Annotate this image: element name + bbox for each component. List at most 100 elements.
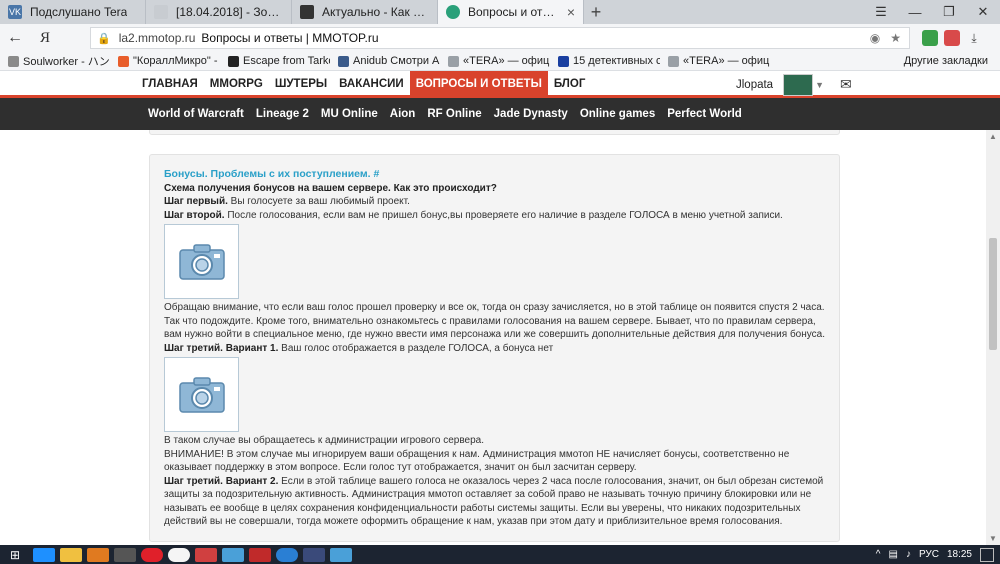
close-window-icon[interactable]: ✕ (966, 0, 1000, 24)
document-favicon-icon (154, 5, 168, 19)
tab-podslushano[interactable]: VK Подслушано Tera (0, 0, 146, 24)
url-page-title: Вопросы и ответы | MMOTOP.ru (201, 31, 379, 45)
vk-favicon-icon: VK (8, 5, 22, 19)
bookmarks-bar: Soulworker - ハンゲ "КораллМикро" - Escape … (0, 52, 1000, 71)
app-icon[interactable] (221, 547, 244, 562)
menu-item-faq[interactable]: ВОПРОСЫ И ОТВЕТЫ (409, 71, 548, 98)
extension-icon[interactable] (944, 30, 960, 46)
bookmark-icon (668, 55, 679, 67)
system-tray: ^ ▤ ♪ РУС 18:25 (876, 547, 1000, 562)
game-link[interactable]: Jade Dynasty (488, 108, 574, 120)
faq-question: Схема получения бонусов на вашем сервере… (164, 182, 497, 194)
image-placeholder[interactable] (164, 224, 239, 299)
app-icon[interactable] (302, 547, 325, 562)
scroll-down-icon[interactable]: ▼ (986, 534, 1000, 543)
address-bar[interactable]: 🔒 la2.mmotop.ru Вопросы и ответы | MMOTO… (90, 27, 910, 49)
bookmark-item[interactable]: «TERA» — официа (440, 55, 550, 67)
bookmark-item[interactable]: "КораллМикро" - (110, 55, 220, 67)
user-area: Jlopata ▼ ✉ (736, 71, 852, 98)
page-scrollbar[interactable]: ▲ ▼ (986, 130, 1000, 545)
language-indicator[interactable]: РУС (919, 549, 939, 560)
previous-faq-panel (149, 130, 840, 135)
tab-title: [18.04.2018] - Зов Драконов (176, 5, 283, 19)
opera-icon[interactable] (140, 547, 163, 562)
menu-icon[interactable]: ☰ (864, 0, 898, 24)
bookmark-item[interactable]: Soulworker - ハンゲ (0, 53, 110, 69)
tray-chevron-icon[interactable]: ^ (876, 549, 881, 560)
tab-title: Актуально - Как голосовать (322, 5, 429, 19)
mmotop-favicon-icon (446, 5, 460, 19)
bookmark-item[interactable]: «TERA» — официа (660, 55, 770, 67)
game-app-icon[interactable] (86, 547, 109, 562)
menu-item-blog[interactable]: БЛОГ (548, 71, 592, 98)
lock-icon: 🔒 (97, 32, 111, 45)
scroll-up-icon[interactable]: ▲ (986, 132, 1000, 141)
yandex-browser-icon[interactable] (167, 547, 190, 562)
game-link[interactable]: Perfect World (661, 108, 748, 120)
download-icon[interactable]: ⤓ (966, 30, 982, 46)
game-link[interactable]: World of Warcraft (142, 108, 250, 120)
page-content: Бонусы. Проблемы с их поступлением. # Сх… (0, 130, 986, 545)
menu-item-mmorpg[interactable]: MMORPG (204, 71, 269, 98)
tab-zov-drakonov[interactable]: [18.04.2018] - Зов Драконов (146, 0, 292, 24)
menu-item-shooters[interactable]: ШУТЕРЫ (269, 71, 333, 98)
app-icon[interactable] (113, 547, 136, 562)
username[interactable]: Jlopata (736, 79, 773, 91)
bookmark-icon (118, 55, 129, 67)
minimize-icon[interactable]: — (898, 0, 932, 24)
app-icon[interactable] (275, 547, 298, 562)
game-link[interactable]: Online games (574, 108, 661, 120)
close-tab-icon[interactable]: × (567, 4, 575, 20)
windows-start-icon[interactable]: ⊞ (0, 548, 30, 562)
site-header: ГЛАВНАЯ MMORPG ШУТЕРЫ ВАКАНСИИ ВОПРОСЫ И… (0, 71, 1000, 98)
game-link[interactable]: Aion (384, 108, 422, 120)
bookmark-icon (228, 55, 239, 67)
step-two: Шаг второй. После голосования, если вам … (164, 209, 783, 221)
step-three-variant-one: Шаг третий. Вариант 1. Ваш голос отображ… (164, 342, 554, 354)
window-controls: ☰ — ❐ ✕ (864, 0, 1000, 24)
new-tab-button[interactable]: + (584, 0, 608, 24)
clock[interactable]: 18:25 (947, 549, 972, 560)
other-bookmarks[interactable]: Другие закладки (896, 55, 1000, 67)
camera-icon (178, 243, 225, 280)
game-link[interactable]: Lineage 2 (250, 108, 315, 120)
bookmark-icon (8, 55, 19, 67)
restore-icon[interactable]: ❐ (932, 0, 966, 24)
back-arrow-icon[interactable]: ← (0, 29, 30, 47)
chevron-down-icon[interactable]: ▼ (815, 80, 824, 90)
bookmark-item[interactable]: Anidub Смотри Ан (330, 55, 440, 67)
bookmark-star-icon[interactable]: ★ (890, 31, 901, 45)
mail-icon[interactable]: ✉ (840, 76, 852, 93)
game-link[interactable]: MU Online (315, 108, 384, 120)
bookmark-item[interactable]: Escape from Tarkov (220, 55, 330, 67)
faq-title[interactable]: Бонусы. Проблемы с их поступлением. # (164, 168, 829, 182)
folder-icon[interactable] (59, 547, 82, 562)
menu-item-vacancies[interactable]: ВАКАНСИИ (333, 71, 410, 98)
adblock-shield-icon[interactable] (922, 30, 938, 46)
windows-taskbar: ⊞ ^ ▤ ♪ РУС 18:25 (0, 545, 1000, 564)
bookmark-icon (558, 55, 569, 67)
scrollbar-thumb[interactable] (989, 238, 997, 350)
notification-icon[interactable] (980, 547, 994, 562)
browser-tab-strip: VK Подслушано Tera [18.04.2018] - Зов Др… (0, 0, 1000, 24)
extension-icons: ⤓ (922, 30, 982, 46)
faq-panel: Бонусы. Проблемы с их поступлением. # Сх… (149, 154, 840, 542)
bookmark-icon (448, 55, 459, 67)
yandex-logo-icon[interactable]: Я (30, 30, 60, 47)
protect-icon[interactable]: ◉ (870, 31, 880, 45)
network-icon[interactable]: ▤ (888, 549, 897, 560)
tab-voprosy-i-otvety[interactable]: Вопросы и ответы | MMOTOP × (438, 0, 584, 24)
app-icon[interactable] (329, 547, 352, 562)
camera-icon (178, 376, 225, 413)
avatar[interactable] (783, 73, 814, 96)
volume-icon[interactable]: ♪ (906, 549, 911, 560)
tab-aktualno[interactable]: Актуально - Как голосовать (292, 0, 438, 24)
image-placeholder[interactable] (164, 357, 239, 432)
menu-item-home[interactable]: ГЛАВНАЯ (136, 71, 204, 98)
bookmark-item[interactable]: 15 детективных се (550, 55, 660, 67)
app-icon[interactable] (248, 547, 271, 562)
game-link[interactable]: RF Online (421, 108, 487, 120)
edge-icon[interactable] (32, 547, 55, 562)
app-icon[interactable] (194, 547, 217, 562)
tab-title: Вопросы и ответы | MMOTOP (468, 5, 559, 19)
